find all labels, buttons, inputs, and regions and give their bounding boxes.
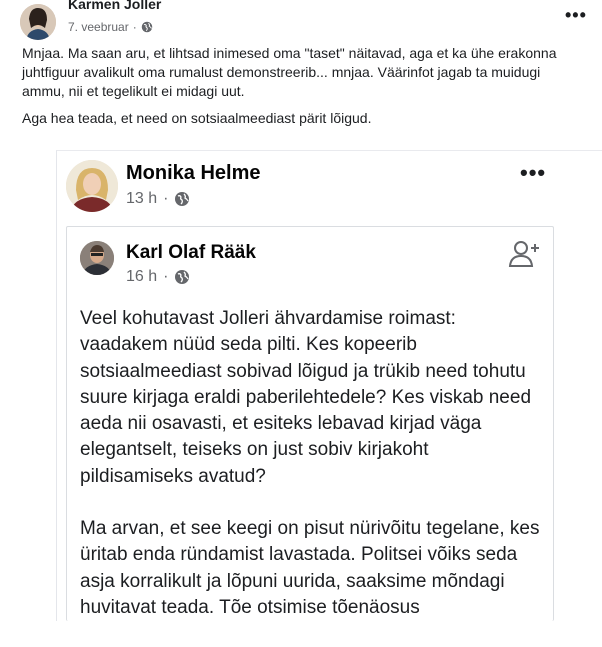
karl-post-time: 16 h: [126, 268, 158, 285]
karmen-post-text: Mnjaa. Ma saan aru, et lihtsad inimesed …: [22, 44, 582, 136]
karmen-author-name[interactable]: Karmen Joller: [68, 0, 161, 12]
globe-icon: [175, 192, 190, 206]
karmen-paragraph-1: Mnjaa. Ma saan aru, et lihtsad inimesed …: [22, 45, 557, 99]
karl-post-text: Veel kohutavast Jolleri ähvardamise roim…: [80, 306, 542, 647]
meta-separator: ·: [163, 190, 169, 207]
meta-separator: ·: [163, 268, 169, 285]
monika-author-name: Monika Helme: [126, 162, 261, 184]
karmen-post-date[interactable]: 7. veebruar: [68, 20, 129, 34]
karmen-avatar[interactable]: [20, 4, 56, 40]
monika-avatar: [66, 160, 118, 212]
karl-paragraph-2: Ma arvan, et see keegi on pisut nürivõit…: [80, 518, 540, 618]
karl-post-meta: 16 h ·: [126, 268, 190, 286]
more-options-icon[interactable]: •••: [565, 6, 587, 24]
globe-icon: [141, 21, 152, 33]
more-options-icon: •••: [520, 160, 547, 185]
globe-icon: [175, 270, 190, 284]
karl-paragraph-1: Veel kohutavast Jolleri ähvardamise roim…: [80, 308, 532, 487]
karmen-post-meta: 7. veebruar ·: [68, 20, 153, 34]
karl-author-name: Karl Olaf Rääk: [126, 242, 256, 263]
karl-avatar: [80, 241, 114, 275]
meta-separator: ·: [132, 20, 137, 34]
monika-post-time: 13 h: [126, 190, 158, 207]
karmen-paragraph-2: Aga hea teada, et need on sotsiaalmeedia…: [22, 110, 372, 126]
monika-post-meta: 13 h ·: [126, 190, 190, 208]
add-friend-icon: [508, 236, 542, 270]
